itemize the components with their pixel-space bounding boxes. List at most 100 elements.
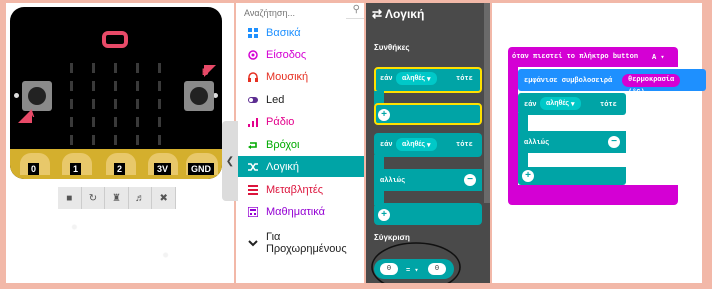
sound-icon[interactable]: ♬ (128, 187, 153, 209)
pin-label: GND (188, 163, 214, 175)
add-clause-icon[interactable]: + (378, 209, 390, 221)
led[interactable] (135, 135, 139, 145)
code-workspace: όταν πιεστεί το πλήκτρο button A ▾ εμφάν… (492, 3, 706, 283)
calculator-icon (248, 206, 258, 217)
annotation-circle (371, 242, 461, 283)
category-advanced[interactable]: Για Προχωρημένους (236, 231, 364, 255)
add-clause-icon[interactable]: + (522, 170, 534, 182)
category-loops[interactable]: Βρόχοι (236, 134, 364, 155)
edge-connector: 0 1 2 3V GND (10, 149, 222, 179)
led[interactable] (91, 117, 95, 127)
pin-label: 2 (114, 163, 126, 175)
pin-label: 3V (154, 163, 172, 175)
button-a-label: A (28, 109, 35, 119)
pin-label: 1 (70, 163, 82, 175)
button-a[interactable] (22, 81, 52, 111)
category-basic[interactable]: Βασικά (236, 22, 364, 43)
true-dropdown[interactable]: αληθές ▾ (540, 97, 581, 110)
grid-icon (248, 27, 258, 38)
led[interactable] (69, 135, 73, 145)
category-math[interactable]: Μαθηματικά (236, 201, 364, 222)
category-label: Ράδιο (266, 115, 295, 128)
toggle-icon (248, 96, 258, 103)
led[interactable] (157, 81, 161, 91)
led[interactable] (91, 99, 95, 109)
remove-clause-icon[interactable]: − (608, 136, 620, 148)
slowmo-icon[interactable]: ♜ (105, 187, 129, 209)
button-b-label: B (202, 67, 209, 77)
if-else-footer (518, 167, 626, 185)
event-label: όταν πιεστεί το πλήκτρο button (512, 53, 639, 61)
led[interactable] (135, 81, 139, 91)
flyout-scrollbar[interactable] (484, 3, 490, 203)
button-value: A (652, 54, 657, 62)
category-label: Μαθηματικά (266, 205, 325, 218)
category-label: Μεταβλητές (266, 183, 324, 196)
shuffle-icon (248, 162, 258, 171)
led[interactable] (69, 99, 73, 109)
led[interactable] (135, 99, 139, 109)
led[interactable] (135, 63, 139, 73)
category-logic[interactable]: Λογική (236, 156, 364, 177)
button-dropdown[interactable]: A ▾ (652, 53, 665, 62)
led[interactable] (157, 63, 161, 73)
led[interactable] (113, 135, 117, 145)
logic-flyout: ⇄ Λογική Συνθήκες εάν αληθές ▾ τότε + εά… (366, 3, 490, 283)
editor-frame: A B 0 1 2 3V GND ■ ↻ ♜ ♬ ✖ Αναζήτηση... … (0, 0, 712, 289)
led[interactable] (157, 117, 161, 127)
shuffle-icon: ⇄ (372, 7, 383, 21)
section-conditions: Συνθήκες (374, 43, 410, 52)
target-icon (248, 49, 258, 60)
pin-label: 0 (28, 163, 40, 175)
led[interactable] (69, 63, 73, 73)
led[interactable] (113, 63, 117, 73)
event-footer (508, 185, 678, 205)
led[interactable] (135, 117, 139, 127)
led[interactable] (157, 135, 161, 145)
toolbox-search: ⚲ (236, 3, 364, 21)
stop-icon[interactable]: ■ (58, 187, 82, 209)
category-variables[interactable]: Μεταβλητές (236, 179, 364, 200)
if-else-footer (374, 203, 482, 225)
search-icon[interactable]: ⚲ (353, 4, 360, 15)
collapse-simulator-button[interactable]: ❮ (222, 121, 238, 201)
category-label: Βρόχοι (266, 138, 300, 151)
add-clause-icon[interactable]: + (378, 109, 390, 121)
true-dropdown[interactable]: αληθές ▾ (396, 72, 437, 85)
else-label: αλλιώς (380, 177, 406, 185)
fullscreen-icon[interactable]: ✖ (152, 187, 176, 209)
temperature-reporter[interactable]: θερμοκρασία (°C) (622, 74, 681, 97)
restart-icon[interactable]: ↻ (81, 187, 106, 209)
button-b[interactable] (184, 81, 214, 111)
true-dropdown[interactable]: αληθές ▾ (396, 138, 437, 151)
led[interactable] (69, 81, 73, 91)
then-label: τότε (456, 75, 473, 83)
then-label: τότε (600, 101, 617, 109)
if-body (518, 113, 528, 131)
led[interactable] (157, 99, 161, 109)
led[interactable] (91, 81, 95, 91)
remove-clause-icon[interactable]: − (464, 174, 476, 186)
category-led[interactable]: Led (236, 89, 364, 110)
simulator-toolbar: ■ ↻ ♜ ♬ ✖ (58, 187, 176, 209)
category-input[interactable]: Είσοδος (236, 44, 364, 65)
led[interactable] (91, 63, 95, 73)
led[interactable] (113, 99, 117, 109)
category-music[interactable]: Μουσική (236, 66, 364, 87)
search-input[interactable] (236, 5, 346, 21)
if-label: εάν (380, 141, 393, 149)
loop-icon (248, 141, 257, 149)
flyout-title-text: Λογική (384, 7, 425, 21)
headphones-icon (248, 71, 258, 82)
led[interactable] (113, 81, 117, 91)
chevron-left-icon: ❮ (225, 155, 235, 167)
on-button-pressed-block[interactable]: όταν πιεστεί το πλήκτρο button A ▾ εμφάν… (508, 47, 706, 207)
chevron-down-icon (248, 239, 258, 246)
category-radio[interactable]: Ράδιο (236, 111, 364, 132)
event-side (508, 67, 518, 187)
show-string-label: εμφάνισε συμβολοσειρά (524, 77, 613, 85)
true-label: αληθές (402, 141, 426, 148)
led[interactable] (69, 117, 73, 127)
led[interactable] (113, 117, 117, 127)
led[interactable] (91, 135, 95, 145)
